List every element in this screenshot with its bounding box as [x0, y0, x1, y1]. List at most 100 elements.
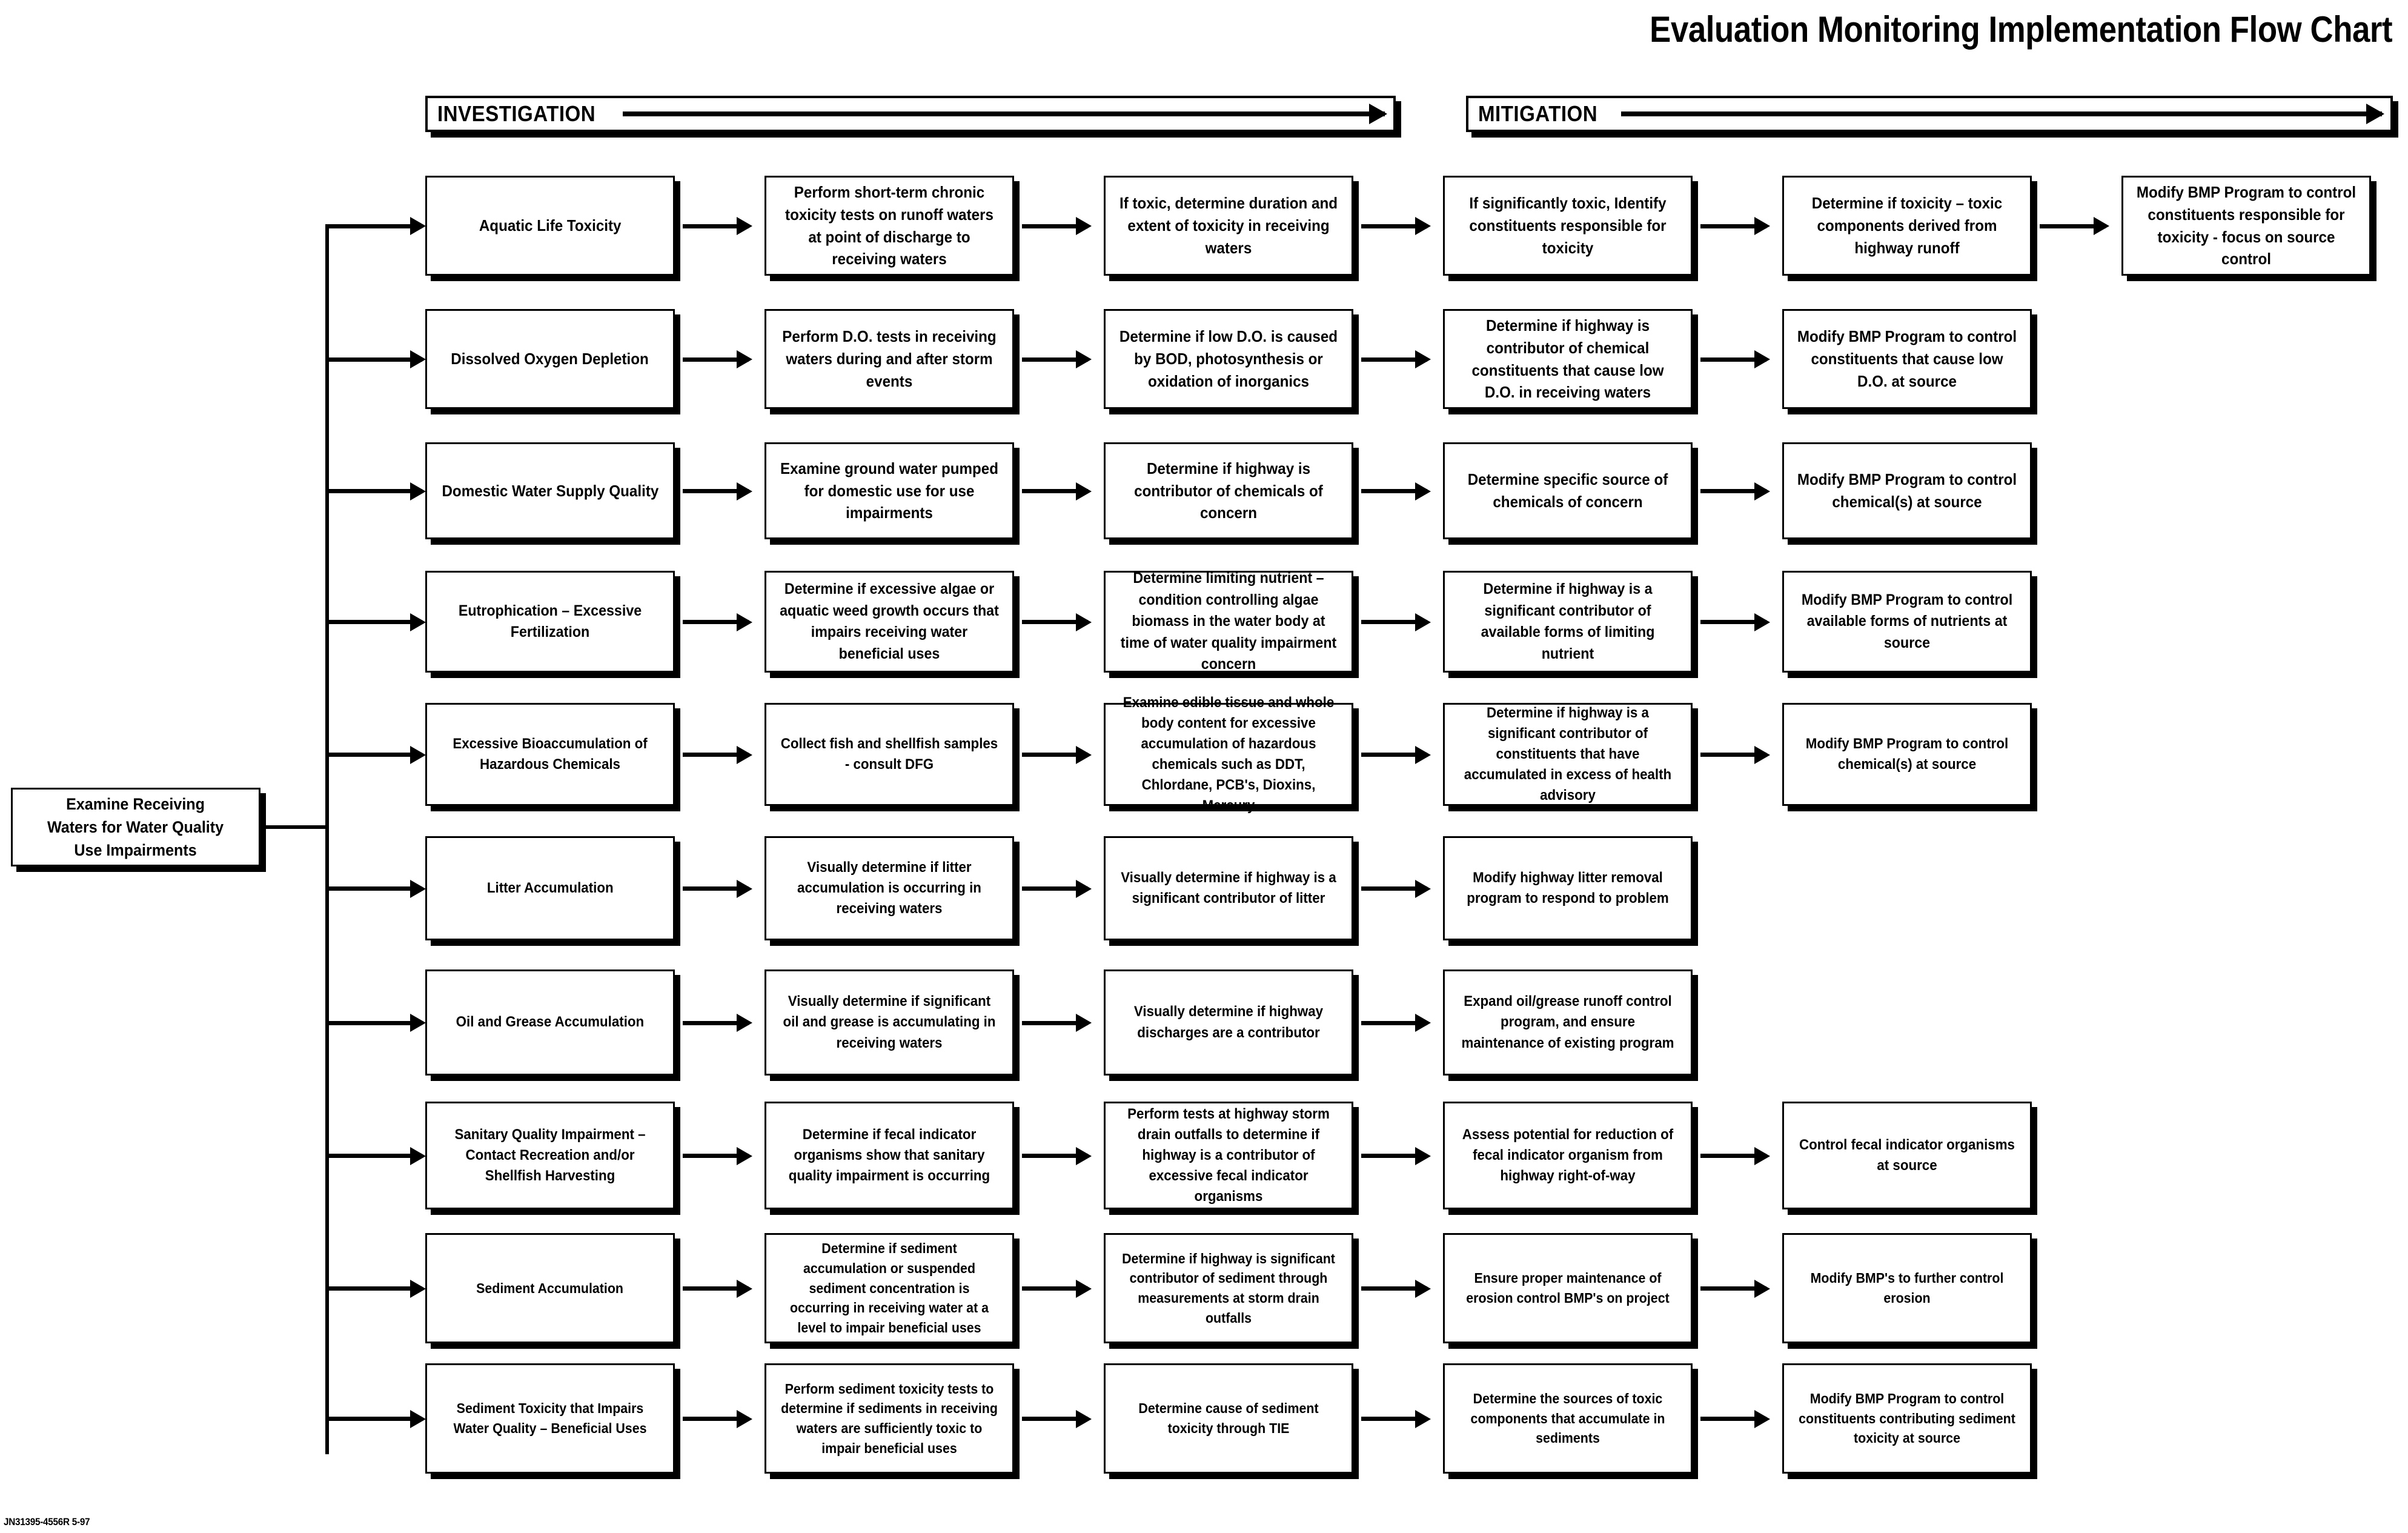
node-sediment-toxicity-impairs-water-quality-col1: Perform sediment toxicity tests to deter…	[765, 1363, 1014, 1474]
phase-header-mitigation-label: MITIGATION	[1478, 101, 1598, 126]
connector-arrow-domestic-water-supply-quality-3	[1700, 489, 1766, 493]
node-aquatic-life-toxicity-col5: Modify BMP Program to control constituen…	[2121, 176, 2371, 276]
node-label: Litter Accumulation	[486, 879, 614, 896]
node-aquatic-life-toxicity-col3: If significantly toxic, Identify constit…	[1443, 176, 1693, 276]
branch-arrow-aquatic-life-toxicity	[325, 224, 422, 228]
node-label: Oil and Grease Accumulation	[456, 1014, 645, 1031]
node-label: Examine ground water pumped for domestic…	[780, 459, 999, 522]
branch-arrow-sanitary-quality-impairment	[325, 1154, 422, 1158]
node-aquatic-life-toxicity-col2: If toxic, determine duration and extent …	[1104, 176, 1353, 276]
connector-arrow-aquatic-life-toxicity-4	[2040, 224, 2106, 228]
node-label: Modify BMP Program to control chemical(s…	[1805, 735, 2009, 773]
node-sediment-accumulation-col0: Sediment Accumulation	[425, 1233, 675, 1343]
page-title: Evaluation Monitoring Implementation Flo…	[1649, 9, 2392, 50]
connector-arrow-sanitary-quality-impairment-2	[1361, 1154, 1427, 1158]
connector-arrow-domestic-water-supply-quality-1	[1022, 489, 1088, 493]
node-oil-and-grease-accumulation-col1: Visually determine if significant oil an…	[765, 969, 1014, 1076]
right-arrow-icon	[1621, 111, 2382, 116]
node-excessive-bioaccumulation-of-hazardous-chemicals-col3: Determine if highway is a significant co…	[1443, 703, 1693, 806]
node-eutrophication-excessive-fertilization-col4: Modify BMP Program to control available …	[1782, 571, 2032, 673]
branch-arrow-domestic-water-supply-quality	[325, 489, 422, 493]
node-label: Sediment Toxicity that Impairs Water Qua…	[453, 1400, 647, 1436]
node-domestic-water-supply-quality-col3: Determine specific source of chemicals o…	[1443, 442, 1693, 539]
root-trunk-horizontal	[260, 825, 327, 829]
node-domestic-water-supply-quality-col4: Modify BMP Program to control chemical(s…	[1782, 442, 2032, 539]
node-sediment-toxicity-impairs-water-quality-col2: Determine cause of sediment toxicity thr…	[1104, 1363, 1353, 1474]
node-label: Determine if excessive algae or aquatic …	[780, 580, 999, 662]
node-label: Ensure proper maintenance of erosion con…	[1466, 1270, 1670, 1306]
node-oil-and-grease-accumulation-col2: Visually determine if highway discharges…	[1104, 969, 1353, 1076]
root-trunk-vertical	[325, 227, 329, 1454]
node-label: Determine if sediment accumulation or su…	[789, 1240, 989, 1335]
node-label: Modify BMP Program to control constituen…	[1799, 1391, 2015, 1446]
connector-arrow-sanitary-quality-impairment-1	[1022, 1154, 1088, 1158]
node-aquatic-life-toxicity-col1: Perform short-term chronic toxicity test…	[765, 176, 1014, 276]
connector-arrow-eutrophication-excessive-fertilization-1	[1022, 620, 1088, 624]
node-litter-accumulation-col2: Visually determine if highway is a signi…	[1104, 836, 1353, 940]
connector-arrow-litter-accumulation-2	[1361, 886, 1427, 891]
node-label: Sanitary Quality Impairment – Contact Re…	[454, 1126, 646, 1185]
node-label: Sediment Accumulation	[476, 1280, 624, 1296]
node-label: Perform sediment toxicity tests to deter…	[781, 1380, 998, 1456]
node-sanitary-quality-impairment-col0: Sanitary Quality Impairment – Contact Re…	[425, 1102, 675, 1209]
connector-arrow-sediment-accumulation-2	[1361, 1286, 1427, 1291]
node-label: Modify BMP Program to control constituen…	[1797, 327, 2017, 390]
node-dissolved-oxygen-depletion-col0: Dissolved Oxygen Depletion	[425, 309, 675, 409]
phase-header-mitigation: MITIGATION	[1466, 96, 2393, 132]
node-sediment-accumulation-col2: Determine if highway is significant cont…	[1104, 1233, 1353, 1343]
node-label: Visually determine if highway discharges…	[1133, 1003, 1324, 1041]
node-label: Expand oil/grease runoff control program…	[1461, 993, 1674, 1051]
node-label: Determine if highway is a significant co…	[1481, 580, 1655, 662]
node-domestic-water-supply-quality-col2: Determine if highway is contributor of c…	[1104, 442, 1353, 539]
connector-arrow-oil-and-grease-accumulation-2	[1361, 1020, 1427, 1025]
node-litter-accumulation-col3: Modify highway litter removal program to…	[1443, 836, 1693, 940]
node-oil-and-grease-accumulation-col3: Expand oil/grease runoff control program…	[1443, 969, 1693, 1076]
node-excessive-bioaccumulation-of-hazardous-chemicals-col1: Collect fish and shellfish samples - con…	[765, 703, 1014, 806]
connector-arrow-dissolved-oxygen-depletion-0	[683, 357, 749, 362]
node-dissolved-oxygen-depletion-col4: Modify BMP Program to control constituen…	[1782, 309, 2032, 409]
node-label: If toxic, determine duration and extent …	[1119, 194, 1338, 257]
node-label: Perform D.O. tests in receiving waters d…	[782, 327, 997, 390]
document-code: JN31395-4556R 5-97	[4, 1516, 90, 1528]
connector-arrow-oil-and-grease-accumulation-0	[683, 1020, 749, 1025]
connector-arrow-aquatic-life-toxicity-1	[1022, 224, 1088, 228]
node-sanitary-quality-impairment-col3: Assess potential for reduction of fecal …	[1443, 1102, 1693, 1209]
node-label: Determine if low D.O. is caused by BOD, …	[1119, 327, 1338, 390]
connector-arrow-eutrophication-excessive-fertilization-0	[683, 620, 749, 624]
node-label: Determine if fecal indicator organisms s…	[788, 1126, 990, 1185]
node-label: Excessive Bioaccumulation of Hazardous C…	[453, 735, 648, 773]
node-aquatic-life-toxicity-col4: Determine if toxicity – toxic components…	[1782, 176, 2032, 276]
node-label: Determine if highway is a significant co…	[1464, 704, 1672, 804]
node-excessive-bioaccumulation-of-hazardous-chemicals-col4: Modify BMP Program to control chemical(s…	[1782, 703, 2032, 806]
node-sanitary-quality-impairment-col1: Determine if fecal indicator organisms s…	[765, 1102, 1014, 1209]
node-eutrophication-excessive-fertilization-col2: Determine limiting nutrient – condition …	[1104, 570, 1353, 673]
connector-arrow-sediment-accumulation-0	[683, 1286, 749, 1291]
node-eutrophication-excessive-fertilization-col1: Determine if excessive algae or aquatic …	[765, 571, 1014, 673]
node-label: Modify BMP Program to control chemical(s…	[1797, 470, 2017, 511]
branch-arrow-sediment-toxicity-impairs-water-quality	[325, 1417, 422, 1421]
connector-arrow-sediment-toxicity-impairs-water-quality-2	[1361, 1417, 1427, 1421]
node-label: Determine the sources of toxic component…	[1470, 1391, 1665, 1446]
node-label: Examine edible tissue and whole body con…	[1123, 694, 1335, 814]
node-litter-accumulation-col1: Visually determine if litter accumulatio…	[765, 836, 1014, 940]
right-arrow-icon	[622, 111, 1385, 116]
connector-arrow-excessive-bioaccumulation-of-hazardous-chemicals-1	[1022, 753, 1088, 757]
node-sediment-toxicity-impairs-water-quality-col3: Determine the sources of toxic component…	[1443, 1363, 1693, 1474]
node-domestic-water-supply-quality-col1: Examine ground water pumped for domestic…	[765, 442, 1014, 539]
node-sediment-toxicity-impairs-water-quality-col4: Modify BMP Program to control constituen…	[1782, 1363, 2032, 1474]
node-sediment-accumulation-col4: Modify BMP's to further control erosion	[1782, 1233, 2032, 1343]
connector-arrow-excessive-bioaccumulation-of-hazardous-chemicals-2	[1361, 753, 1427, 757]
node-label: Perform short-term chronic toxicity test…	[785, 182, 993, 268]
node-label: Dissolved Oxygen Depletion	[451, 350, 649, 368]
connector-arrow-sanitary-quality-impairment-0	[683, 1154, 749, 1158]
branch-arrow-eutrophication-excessive-fertilization	[325, 620, 422, 624]
connector-arrow-domestic-water-supply-quality-0	[683, 489, 749, 493]
connector-arrow-dissolved-oxygen-depletion-1	[1022, 357, 1088, 362]
node-sediment-toxicity-impairs-water-quality-col0: Sediment Toxicity that Impairs Water Qua…	[425, 1363, 675, 1474]
node-label: Assess potential for reduction of fecal …	[1462, 1126, 1674, 1185]
node-excessive-bioaccumulation-of-hazardous-chemicals-col0: Excessive Bioaccumulation of Hazardous C…	[425, 703, 675, 806]
connector-arrow-sanitary-quality-impairment-3	[1700, 1154, 1766, 1158]
node-sanitary-quality-impairment-col2: Perform tests at highway storm drain out…	[1104, 1102, 1353, 1209]
node-label: Modify BMP Program to control available …	[1801, 591, 2013, 651]
branch-arrow-dissolved-oxygen-depletion	[325, 357, 422, 362]
